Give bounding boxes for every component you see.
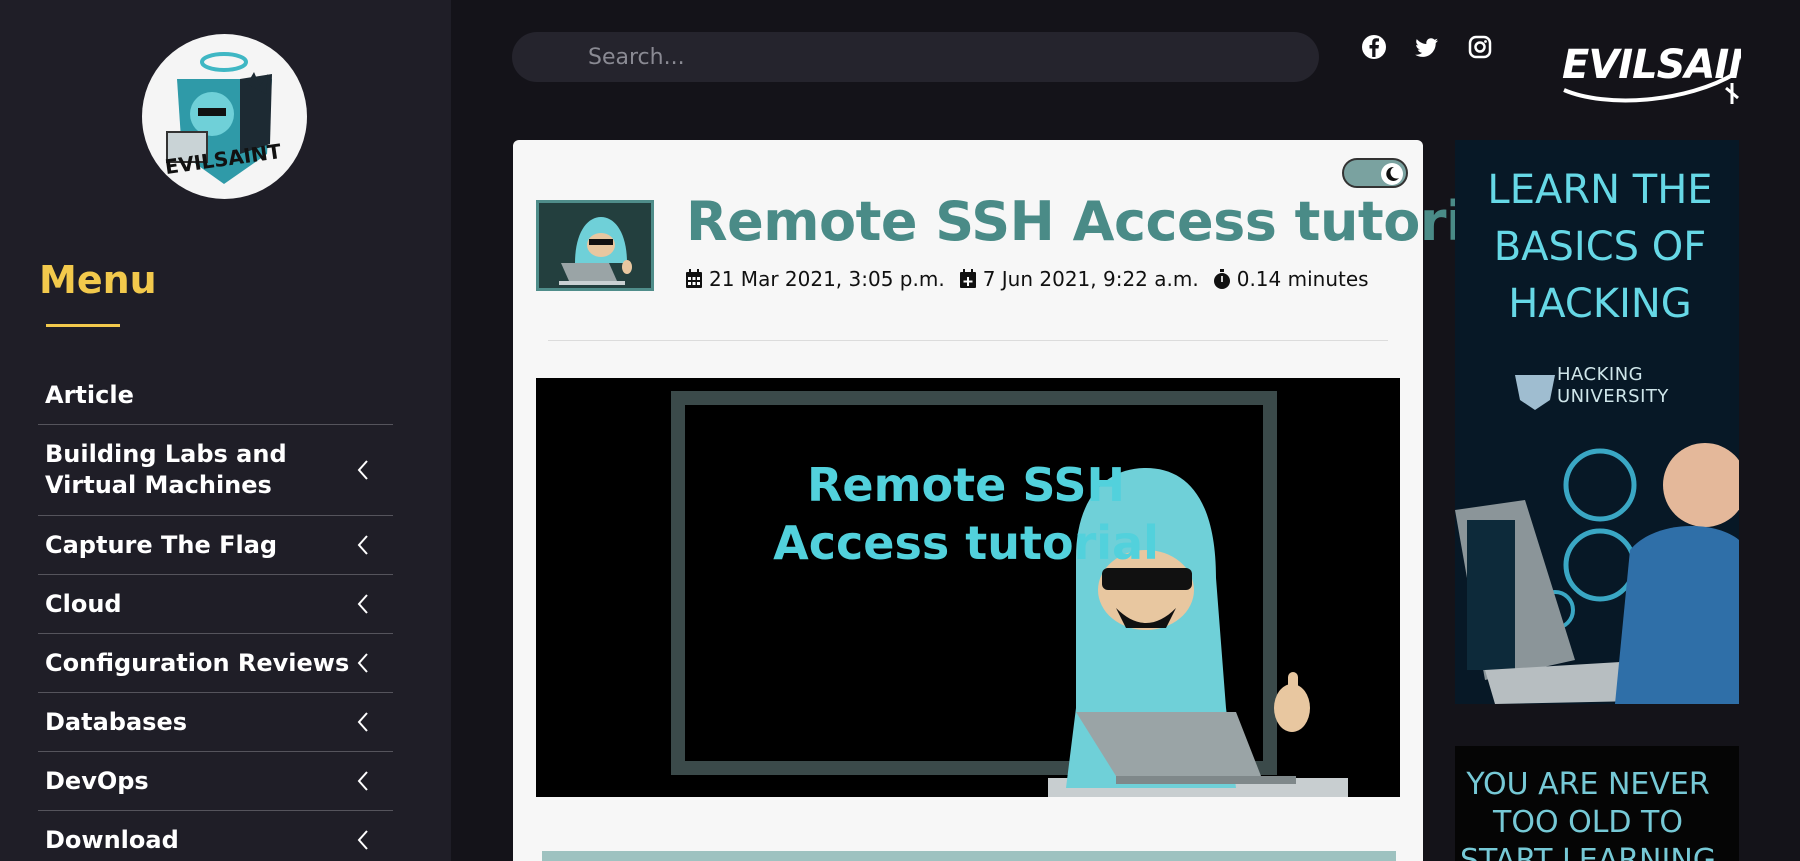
calendar-icon bbox=[686, 269, 702, 288]
ad1-headline: LEARN THE BASICS OF HACKING bbox=[1487, 167, 1713, 327]
sidebar-item-label: Article bbox=[45, 380, 134, 409]
article-hero-image: Remote SSH Access tutorial bbox=[536, 378, 1400, 797]
menu-title-underline bbox=[46, 324, 120, 327]
sidebar-item-label: Databases bbox=[45, 707, 188, 736]
updated-date-text: 7 Jun 2021, 9:22 a.m. bbox=[982, 267, 1199, 291]
article-card: Remote SSH Access tutorial 21 Mar 2021, … bbox=[513, 140, 1518, 861]
published-date-text: 21 Mar 2021, 3:05 p.m. bbox=[709, 267, 945, 291]
chevron-left-icon[interactable] bbox=[355, 827, 371, 853]
instagram-icon[interactable] bbox=[1466, 33, 1494, 61]
sidebar-item-cloud[interactable]: Cloud bbox=[38, 575, 393, 634]
sidebar-item-databases[interactable]: Databases bbox=[38, 693, 393, 752]
ad1-brand-line1: HACKING bbox=[1557, 364, 1644, 385]
sidebar-item-label: Building Labs and Virtual Machines bbox=[45, 440, 287, 499]
sidebar-item-label: DevOps bbox=[45, 766, 149, 795]
sidebar: EVILSAINT Menu Article Building Labs and… bbox=[0, 0, 451, 861]
ad2-text: YOU ARE NEVER TOO OLD TO START LEARNING bbox=[1459, 767, 1717, 861]
toggle-knob bbox=[1381, 163, 1403, 185]
menu-title: Menu bbox=[39, 258, 157, 302]
article-meta: 21 Mar 2021, 3:05 p.m. 7 Jun 2021, 9:22 … bbox=[685, 267, 1383, 291]
sidebar-item-building-labs[interactable]: Building Labs and Virtual Machines bbox=[38, 425, 393, 516]
article-thumbnail[interactable] bbox=[536, 200, 654, 291]
sidebar-item-devops[interactable]: DevOps bbox=[38, 752, 393, 811]
hero-illustration bbox=[536, 378, 1400, 797]
chevron-left-icon[interactable] bbox=[355, 532, 371, 558]
hacker-thumbnail-icon bbox=[539, 203, 651, 288]
chevron-left-icon[interactable] bbox=[355, 768, 371, 794]
logo-hacker-icon: EVILSAINT bbox=[163, 52, 283, 184]
calendar-plus-icon bbox=[959, 269, 976, 288]
chevron-left-icon[interactable] bbox=[355, 709, 371, 735]
moon-icon bbox=[1386, 166, 1399, 181]
content-band bbox=[542, 851, 1396, 861]
search-input[interactable] bbox=[588, 32, 1288, 82]
sidebar-item-label: Capture The Flag bbox=[45, 530, 278, 559]
ad1-brand-line2: UNIVERSITY bbox=[1557, 386, 1669, 407]
sidebar-item-configuration-reviews[interactable]: Configuration Reviews bbox=[38, 634, 393, 693]
read-time: 0.14 minutes bbox=[1213, 267, 1369, 291]
published-date: 21 Mar 2021, 3:05 p.m. bbox=[685, 267, 945, 291]
chevron-left-icon[interactable] bbox=[355, 591, 371, 617]
twitter-icon[interactable] bbox=[1413, 33, 1441, 61]
sidebar-item-article[interactable]: Article bbox=[38, 366, 393, 425]
sidebar-item-label: Cloud bbox=[45, 589, 122, 618]
stopwatch-icon bbox=[1213, 269, 1230, 289]
site-logo[interactable]: EVILSAINT bbox=[142, 34, 307, 199]
sidebar-item-label: Download bbox=[45, 825, 179, 854]
sidebar-menu: Article Building Labs and Virtual Machin… bbox=[38, 366, 393, 861]
search-bar[interactable] bbox=[512, 32, 1319, 82]
brand-wordmark-logo[interactable]: EVILSAINT bbox=[1556, 28, 1741, 108]
header-divider bbox=[548, 340, 1388, 341]
chevron-left-icon[interactable] bbox=[355, 457, 371, 483]
facebook-icon[interactable] bbox=[1360, 33, 1388, 61]
ad-banner-never-too-old[interactable]: YOU ARE NEVER TOO OLD TO START LEARNING bbox=[1455, 746, 1739, 861]
svg-text:EVILSAINT: EVILSAINT bbox=[1562, 42, 1741, 88]
sidebar-item-capture-the-flag[interactable]: Capture The Flag bbox=[38, 516, 393, 575]
hero-caption: Remote SSH Access tutorial bbox=[773, 458, 1159, 570]
chevron-left-icon[interactable] bbox=[355, 650, 371, 676]
sidebar-item-download[interactable]: Download bbox=[38, 811, 393, 861]
ad-banner-hacking-university[interactable]: LEARN THE BASICS OF HACKING HACKING UNIV… bbox=[1455, 140, 1739, 704]
dark-mode-toggle[interactable] bbox=[1342, 158, 1408, 188]
updated-date: 7 Jun 2021, 9:22 a.m. bbox=[959, 267, 1199, 291]
article-title: Remote SSH Access tutorial bbox=[686, 190, 1518, 253]
sidebar-item-label: Configuration Reviews bbox=[45, 648, 350, 677]
ad1-brand: HACKING UNIVERSITY bbox=[1557, 364, 1669, 408]
read-time-text: 0.14 minutes bbox=[1236, 267, 1369, 291]
